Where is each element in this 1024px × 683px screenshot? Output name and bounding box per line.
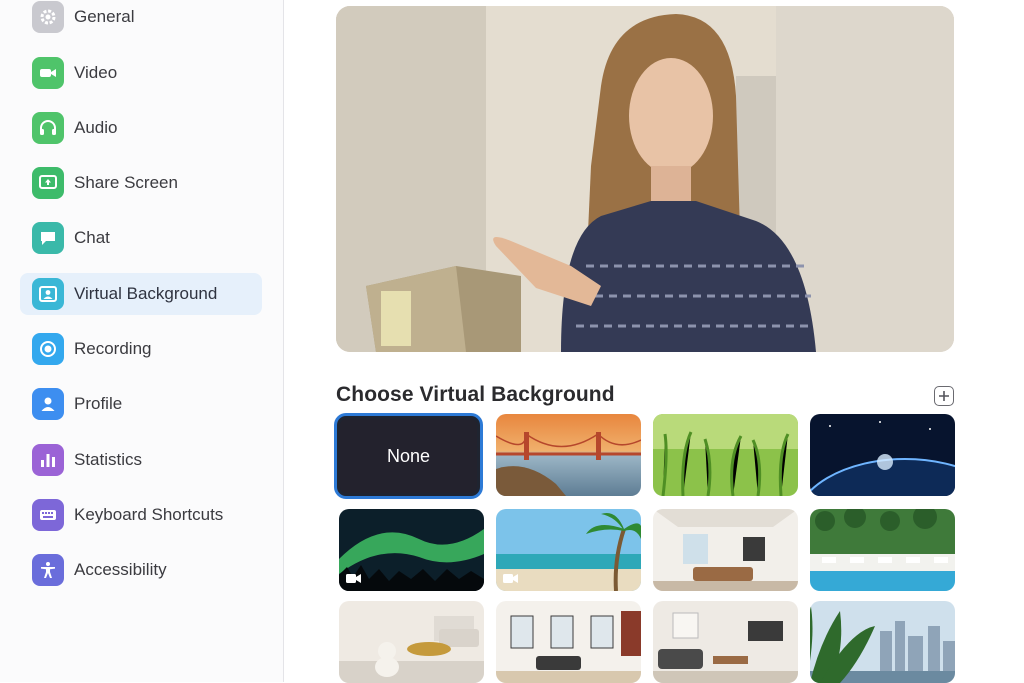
share-screen-icon [32,167,64,199]
sidebar-item-label: Profile [74,394,123,413]
sidebar-item-label: General [74,7,135,26]
sidebar-item-chat[interactable]: Chat [20,217,262,259]
settings-content: Choose Virtual Background None [284,0,1024,683]
video-camera-icon [503,574,518,583]
camera-preview [336,6,954,352]
settings-sidebar: General Video Audio Share Screen Chat Vi… [0,0,284,682]
sidebar-item-recording[interactable]: Recording [20,328,262,370]
background-tile-earth-from-space[interactable] [810,414,955,496]
background-tile-living-room-dog[interactable] [339,601,484,683]
sidebar-item-label: Statistics [74,450,143,469]
bar-chart-icon [32,444,64,476]
profile-icon [32,388,64,420]
background-tile-golden-gate-bridge[interactable] [496,414,641,496]
sidebar-item-virtual-background[interactable]: Virtual Background [20,273,262,315]
sidebar-item-label: Chat [74,228,110,247]
record-icon [32,333,64,365]
add-background-button[interactable] [934,386,954,406]
background-tile-loft-interior[interactable] [496,601,641,683]
background-tile-pool-garden[interactable] [810,509,955,591]
gear-icon [32,1,64,33]
sidebar-item-general[interactable]: General [20,0,262,38]
accessibility-icon [32,554,64,586]
sidebar-item-label: Share Screen [74,173,178,192]
sidebar-item-label: Accessibility [74,560,167,579]
background-tile-grass[interactable] [653,414,798,496]
background-tile-bright-living-room[interactable] [653,509,798,591]
plus-icon [939,391,949,401]
sidebar-item-keyboard-shortcuts[interactable]: Keyboard Shortcuts [20,494,262,536]
sidebar-item-audio[interactable]: Audio [20,107,262,149]
keyboard-icon [32,499,64,531]
video-camera-icon [346,574,361,583]
sidebar-item-label: Recording [74,339,152,358]
tile-label: None [386,445,431,466]
sidebar-item-statistics[interactable]: Statistics [20,439,262,481]
chat-bubble-icon [32,222,64,254]
sidebar-item-video[interactable]: Video [20,52,262,94]
video-camera-icon [32,57,64,89]
headphones-icon [32,112,64,144]
sidebar-item-label: Video [74,63,118,82]
background-tile-none[interactable]: None [334,413,483,499]
background-tile-beach-palm-tree[interactable] [496,509,641,591]
section-title: Choose Virtual Background [336,383,615,406]
background-tile-northern-lights[interactable] [339,509,484,591]
sidebar-item-profile[interactable]: Profile [20,383,262,425]
sidebar-item-label: Keyboard Shortcuts [74,505,224,524]
background-tile-modern-lounge[interactable] [653,601,798,683]
sidebar-item-label: Audio [74,118,118,137]
person-background-icon [32,278,64,310]
sidebar-item-label: Virtual Background [74,284,218,303]
background-tile-city-view-plant[interactable] [810,601,955,683]
sidebar-item-share-screen[interactable]: Share Screen [20,162,262,204]
sidebar-item-accessibility[interactable]: Accessibility [20,549,262,591]
background-grid: None [334,413,960,683]
